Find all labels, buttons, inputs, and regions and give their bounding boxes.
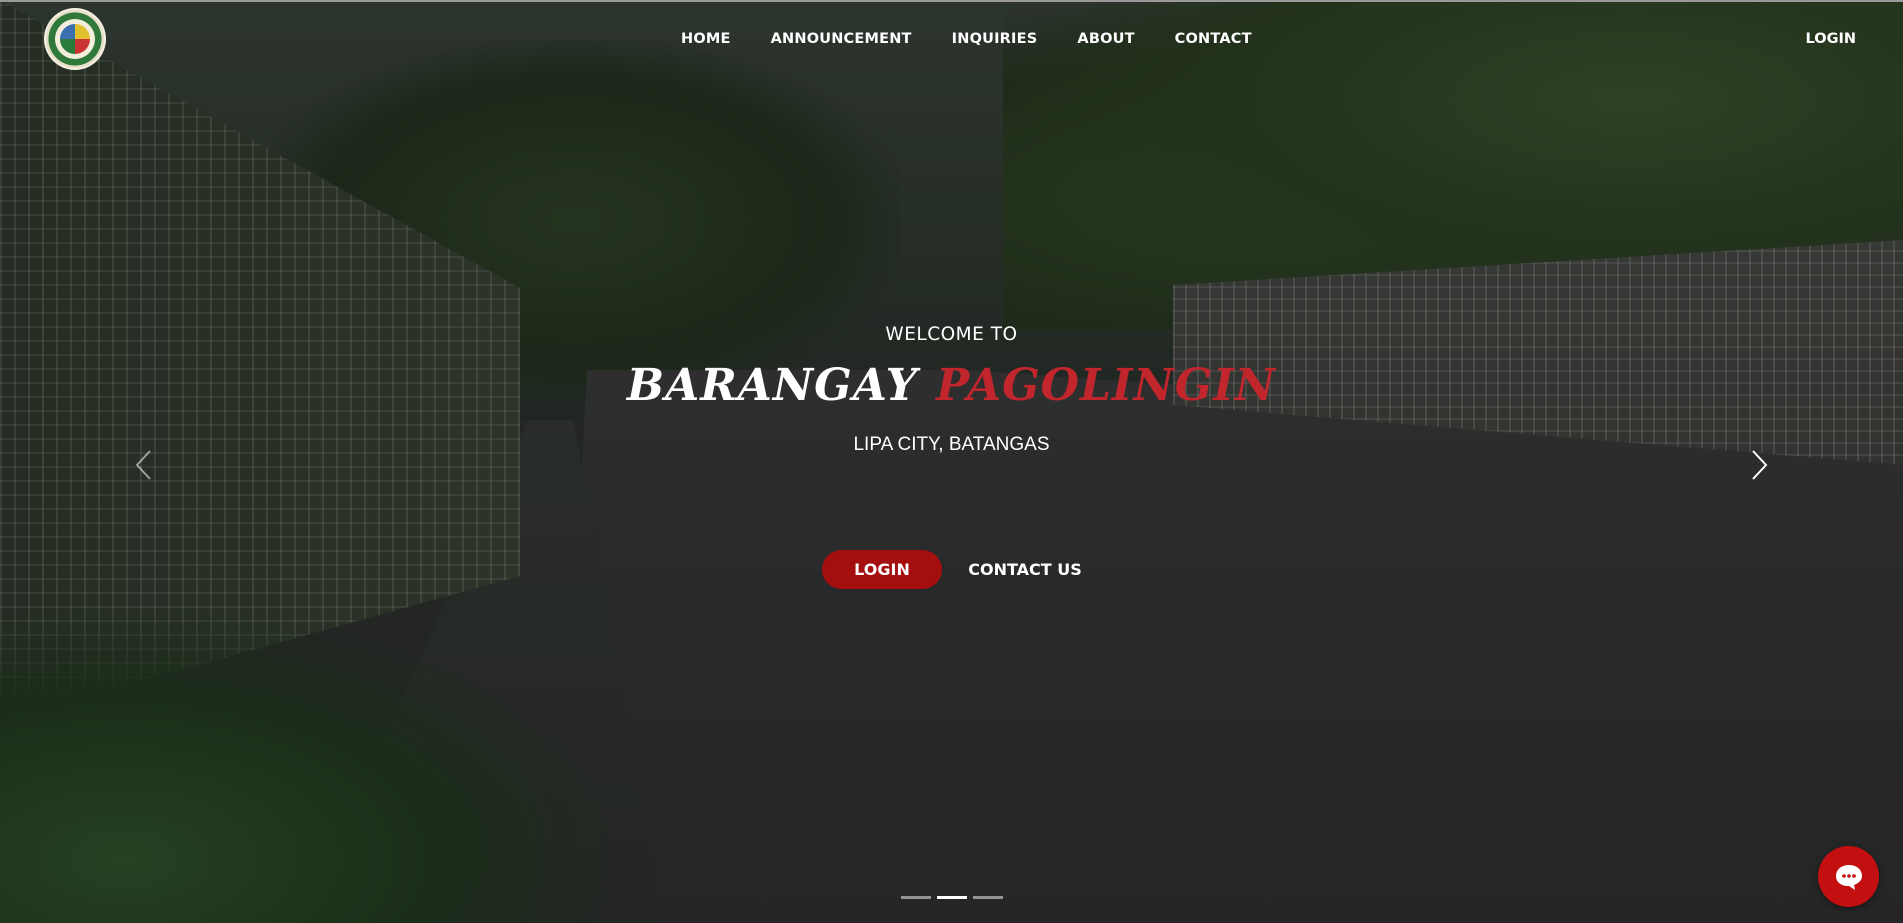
hero-location-text: LIPA CITY, BATANGAS [853,434,1050,455]
nav-login-link[interactable]: LOGIN [1806,31,1856,47]
nav-inquiries-link[interactable]: INQUIRIES [952,31,1038,47]
hero-title-barangay: BARANGAY [626,360,919,411]
nav-contact-link[interactable]: CONTACT [1175,31,1252,47]
seal-emblem-icon [60,24,90,54]
carousel-prev-button[interactable] [132,448,156,482]
main-menu: HOME ANNOUNCEMENT INQUIRIES ABOUT CONTAC… [681,31,1292,47]
chevron-left-icon [135,450,151,480]
chat-bubble-icon [1835,864,1862,890]
top-navbar: HOME ANNOUNCEMENT INQUIRIES ABOUT CONTAC… [0,0,1903,80]
nav-announcement-link[interactable]: ANNOUNCEMENT [771,31,912,47]
nav-about-link[interactable]: ABOUT [1077,31,1134,47]
hero-title-pagolingin: PAGOLINGIN [936,360,1277,411]
chevron-right-icon [1752,450,1768,480]
barangay-logo[interactable] [44,8,106,70]
carousel-next-button[interactable] [1747,448,1771,482]
navbar-top-border [0,0,1903,2]
carousel-indicator-3[interactable] [973,896,1003,899]
nav-home-link[interactable]: HOME [681,31,731,47]
hero-welcome-text: WELCOME TO [885,324,1018,345]
hero-background-image [0,0,1903,923]
carousel-indicator-2[interactable] [937,896,967,899]
hero-title: BARANGAY PAGOLINGIN [0,360,1903,411]
chat-widget-button[interactable] [1818,846,1879,907]
hero-contact-us-button[interactable]: CONTACT US [960,550,1090,589]
carousel-indicator-1[interactable] [901,896,931,899]
carousel-indicators [901,896,1003,899]
hero-login-button[interactable]: LOGIN [822,550,942,589]
